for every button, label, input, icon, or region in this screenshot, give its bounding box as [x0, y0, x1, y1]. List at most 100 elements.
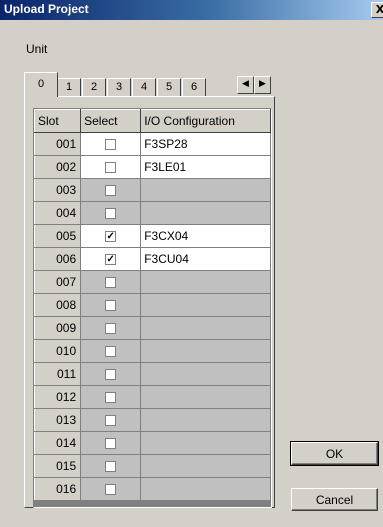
table-row: 009	[33, 316, 271, 340]
select-checkbox[interactable]	[105, 369, 117, 381]
table-row: 011	[33, 362, 271, 386]
slot-cell: 009	[33, 316, 82, 340]
io-config-cell	[140, 477, 271, 501]
select-cell	[80, 431, 142, 455]
select-cell	[80, 201, 142, 225]
tab-scroll-right-icon[interactable]: ▶	[254, 76, 271, 94]
table-row: 005 ✓ F3CX04	[33, 224, 271, 248]
select-checkbox[interactable]	[105, 139, 117, 151]
ok-button[interactable]: OK	[290, 441, 379, 466]
io-config-cell	[140, 431, 271, 455]
slot-cell: 001	[33, 132, 82, 156]
table-row: 010	[33, 339, 271, 363]
slot-cell: 008	[33, 293, 82, 317]
table-row: 013	[33, 408, 271, 432]
table-row: 008	[33, 293, 271, 317]
table-row: 003	[33, 178, 271, 202]
io-config-grid: Slot Select I/O Configuration 001 F3SP28 0…	[33, 108, 272, 508]
close-icon[interactable]: X	[371, 2, 383, 18]
select-checkbox[interactable]	[105, 438, 117, 450]
tab-unit-3[interactable]: 3	[107, 78, 131, 96]
select-checkbox[interactable]	[105, 392, 117, 404]
slot-cell: 013	[33, 408, 82, 432]
io-config-cell: F3CX04	[140, 224, 271, 248]
select-checkbox[interactable]	[105, 277, 117, 289]
table-row: 004	[33, 201, 271, 225]
table-row: 001 F3SP28	[33, 132, 271, 156]
io-config-cell	[140, 201, 271, 225]
select-checkbox[interactable]	[105, 461, 117, 473]
select-checkbox[interactable]	[105, 185, 117, 197]
slot-cell: 011	[33, 362, 82, 386]
select-cell	[80, 477, 142, 501]
select-checkbox[interactable]	[105, 208, 117, 220]
slot-cell: 016	[33, 477, 82, 501]
tab-unit-0[interactable]: 0	[24, 72, 58, 97]
slot-cell: 015	[33, 454, 82, 478]
table-row: 015	[33, 454, 271, 478]
io-config-cell	[140, 293, 271, 317]
tab-unit-6[interactable]: 6	[182, 78, 206, 96]
table-row: 006 ✓ F3CU04	[33, 247, 271, 271]
select-checkbox[interactable]: ✓	[105, 231, 117, 243]
table-row: 002 F3LE01	[33, 155, 271, 179]
slot-cell: 004	[33, 201, 82, 225]
select-checkbox[interactable]: ✓	[105, 254, 117, 266]
select-cell	[80, 270, 142, 294]
io-config-cell: F3SP28	[140, 132, 271, 156]
select-checkbox[interactable]	[105, 415, 117, 427]
window-title: Upload Project	[4, 2, 89, 16]
io-config-cell	[140, 178, 271, 202]
select-cell	[80, 132, 142, 156]
slot-cell: 003	[33, 178, 82, 202]
select-cell	[80, 454, 142, 478]
io-config-cell	[140, 270, 271, 294]
select-cell	[80, 362, 142, 386]
select-cell	[80, 408, 142, 432]
slot-cell: 002	[33, 155, 82, 179]
tab-unit-4[interactable]: 4	[132, 78, 156, 96]
select-cell	[80, 316, 142, 340]
io-config-cell	[140, 339, 271, 363]
io-config-table: Slot Select I/O Configuration 001 F3SP28 0…	[33, 109, 271, 501]
select-checkbox[interactable]	[105, 323, 117, 335]
select-cell: ✓	[80, 247, 142, 271]
io-config-cell	[140, 408, 271, 432]
unit-label: Unit	[26, 42, 48, 56]
slot-cell: 006	[33, 247, 82, 271]
io-config-cell	[140, 385, 271, 409]
select-cell	[80, 293, 142, 317]
column-header-io: I/O Configuration	[140, 109, 271, 133]
select-cell	[80, 155, 142, 179]
table-row: 014	[33, 431, 271, 455]
select-checkbox[interactable]	[105, 346, 117, 358]
select-checkbox[interactable]	[105, 484, 117, 496]
title-bar: Upload Project X	[0, 0, 383, 20]
io-config-cell	[140, 454, 271, 478]
select-checkbox[interactable]	[105, 162, 117, 174]
column-header-select: Select	[80, 109, 142, 133]
tab-unit-2[interactable]: 2	[82, 78, 106, 96]
tab-unit-5[interactable]: 5	[157, 78, 181, 96]
io-config-cell	[140, 362, 271, 386]
slot-cell: 005	[33, 224, 82, 248]
cancel-button[interactable]: Cancel	[291, 488, 378, 511]
select-cell	[80, 339, 142, 363]
select-checkbox[interactable]	[105, 300, 117, 312]
slot-cell: 010	[33, 339, 82, 363]
io-config-cell: F3LE01	[140, 155, 271, 179]
table-row: 007	[33, 270, 271, 294]
tab-unit-1[interactable]: 1	[57, 78, 81, 96]
tab-scroll-left-icon[interactable]: ◀	[237, 76, 254, 94]
io-config-cell: F3CU04	[140, 247, 271, 271]
slot-cell: 012	[33, 385, 82, 409]
table-row: 016	[33, 477, 271, 501]
select-cell	[80, 178, 142, 202]
table-row: 012	[33, 385, 271, 409]
slot-cell: 014	[33, 431, 82, 455]
select-cell: ✓	[80, 224, 142, 248]
select-cell	[80, 385, 142, 409]
column-header-slot: Slot	[33, 109, 82, 133]
io-config-cell	[140, 316, 271, 340]
slot-cell: 007	[33, 270, 82, 294]
